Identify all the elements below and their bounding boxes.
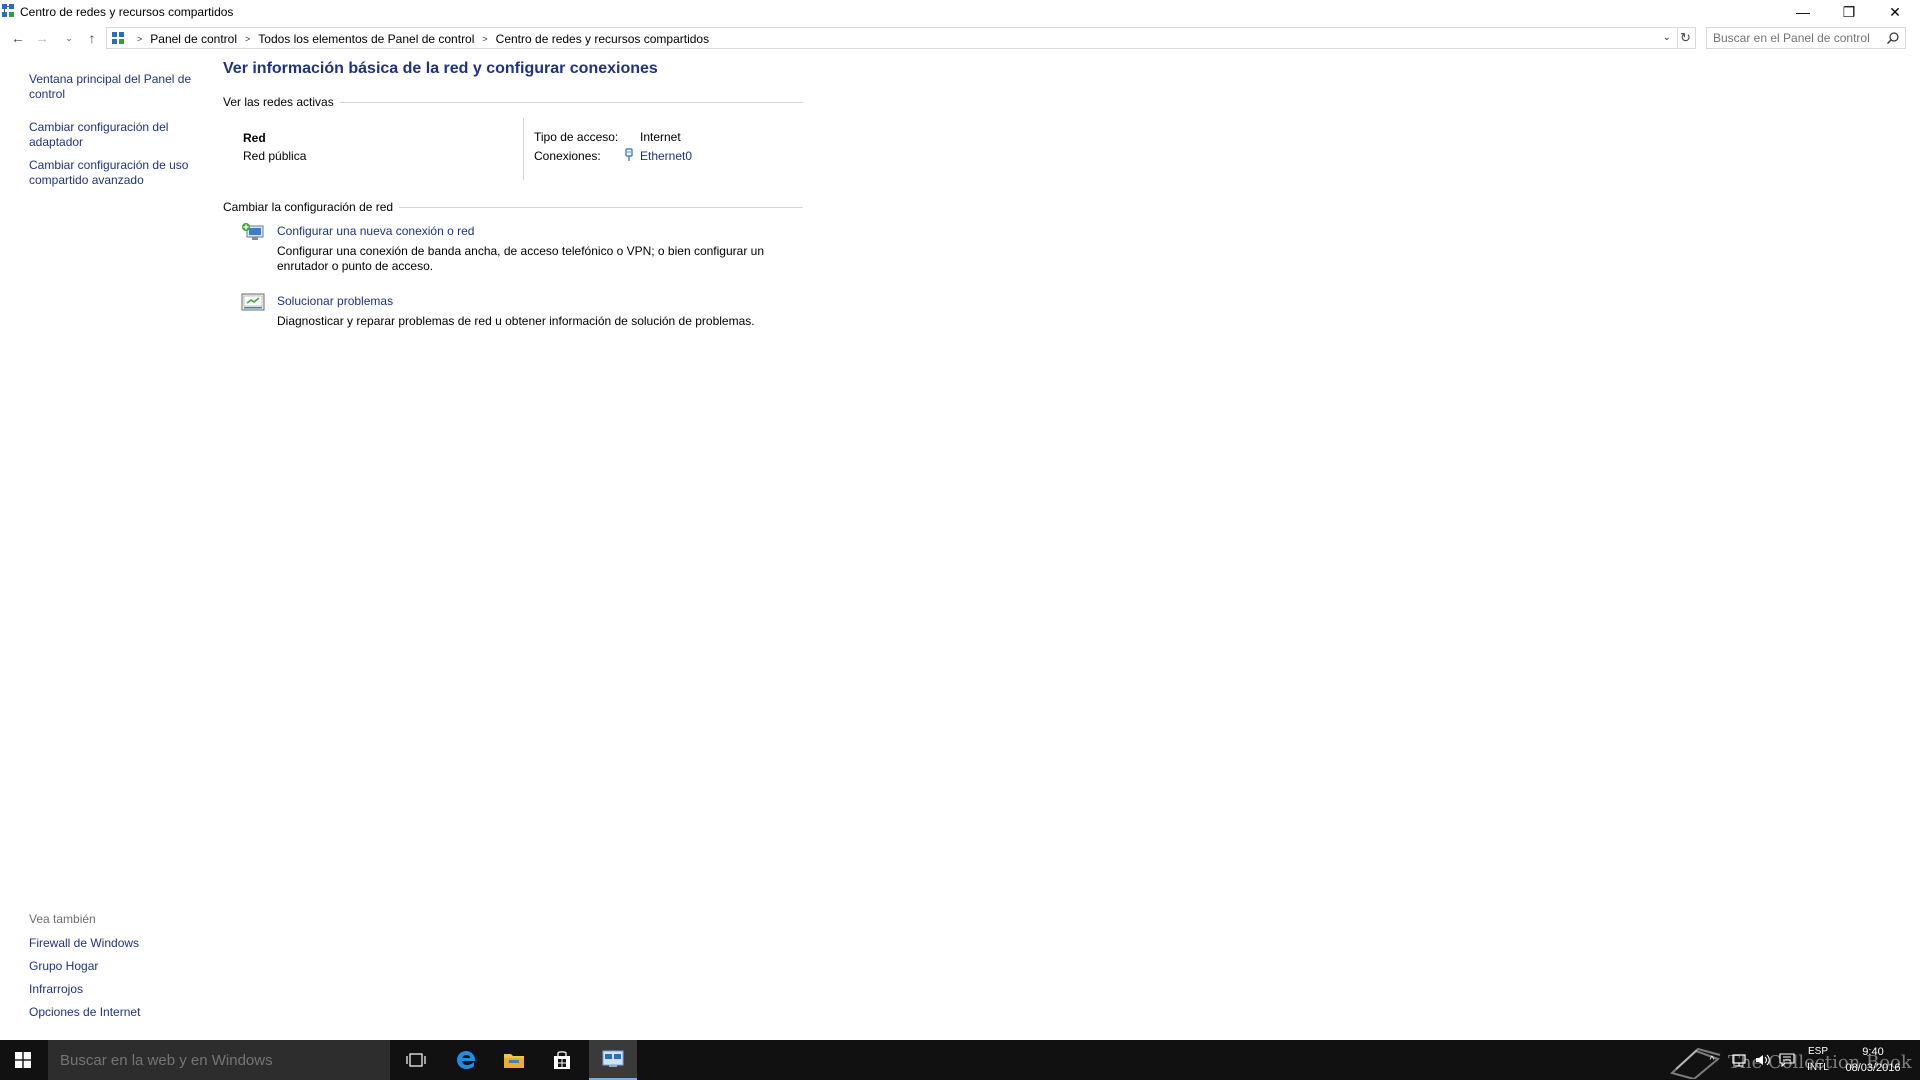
notifications-icon xyxy=(1779,1053,1795,1067)
ethernet-connection-link[interactable]: Ethernet0 xyxy=(640,149,692,163)
access-type-label: Tipo de acceso: xyxy=(534,130,619,144)
network-name: Red xyxy=(243,131,266,145)
file-explorer-button[interactable] xyxy=(490,1040,538,1080)
refresh-button[interactable]: ↻ xyxy=(1676,27,1696,49)
windows-logo-icon xyxy=(15,1052,31,1068)
access-type-value: Internet xyxy=(640,130,681,144)
breadcrumb-separator[interactable]: > xyxy=(482,34,487,44)
forward-button[interactable]: → xyxy=(33,29,51,47)
change-settings-section: Cambiar la configuración de red xyxy=(223,200,803,214)
breadcrumb-centro-de-redes[interactable]: Centro de redes y recursos compartidos xyxy=(496,32,709,46)
input-language-indicator[interactable]: ESP INTL xyxy=(1800,1044,1836,1076)
control-panel-icon xyxy=(112,32,124,44)
breadcrumb-separator: > xyxy=(137,34,143,44)
ethernet-icon xyxy=(625,148,633,161)
volume-tray-button[interactable] xyxy=(1752,1040,1774,1080)
window-title: Centro de redes y recursos compartidos xyxy=(20,5,234,19)
search-icon[interactable] xyxy=(1886,31,1900,45)
network-center-icon xyxy=(2,4,14,17)
close-button[interactable]: ✕ xyxy=(1872,0,1918,24)
taskbar-search-box[interactable] xyxy=(48,1040,390,1080)
address-bar[interactable]: > Panel de control > Todos los elementos… xyxy=(106,27,1678,49)
up-button[interactable]: ↑ xyxy=(83,29,101,47)
taskbar-search-input[interactable] xyxy=(60,1051,380,1069)
see-also-internet-options[interactable]: Opciones de Internet xyxy=(29,1005,199,1019)
clock[interactable]: 9:40 08/03/2016 xyxy=(1838,1044,1908,1076)
new-connection-icon[interactable] xyxy=(241,221,265,243)
sidebar-link-advanced-sharing[interactable]: Cambiar configuración de uso compartido … xyxy=(29,158,197,188)
network-tray-button[interactable] xyxy=(1728,1040,1750,1080)
sidebar-link-control-panel-home[interactable]: Ventana principal del Panel de control xyxy=(29,72,197,102)
network-type: Red pública xyxy=(243,149,307,163)
troubleshoot-link[interactable]: Solucionar problemas xyxy=(277,294,393,308)
clock-time: 9:40 xyxy=(1862,1046,1884,1058)
see-also-header: Vea también xyxy=(29,912,96,926)
language-code: ESP xyxy=(1807,1046,1828,1057)
keyboard-layout: INTL xyxy=(1807,1062,1829,1073)
see-also-homegroup[interactable]: Grupo Hogar xyxy=(29,959,199,973)
change-settings-label: Cambiar la configuración de red xyxy=(223,200,400,214)
folder-icon xyxy=(504,1054,524,1068)
action-center-button[interactable] xyxy=(1776,1040,1798,1080)
title-bar: Centro de redes y recursos compartidos —… xyxy=(0,0,1920,24)
see-also-firewall[interactable]: Firewall de Windows xyxy=(29,936,199,950)
clock-date: 08/03/2016 xyxy=(1845,1062,1901,1074)
breadcrumb-separator[interactable]: > xyxy=(245,34,250,44)
active-networks-label: Ver las redes activas xyxy=(223,95,340,109)
new-connection-link[interactable]: Configurar una nueva conexión o red xyxy=(277,224,474,238)
store-button[interactable] xyxy=(538,1040,586,1080)
edge-icon xyxy=(457,1051,476,1069)
network-tray-icon xyxy=(1732,1054,1746,1067)
recent-locations-button[interactable]: ⌄ xyxy=(63,29,75,47)
task-view-icon xyxy=(406,1053,426,1067)
sidebar-link-adapter-settings[interactable]: Cambiar configuración del adaptador xyxy=(29,120,197,150)
page-title: Ver información básica de la red y confi… xyxy=(223,60,658,77)
minimize-button[interactable]: — xyxy=(1780,0,1826,24)
show-hidden-icons-button[interactable]: ^ xyxy=(1704,1040,1720,1080)
breadcrumb-todos-los-elementos[interactable]: Todos los elementos de Panel de control xyxy=(258,32,474,46)
search-box[interactable] xyxy=(1706,27,1906,49)
taskbar: The Collection Book ^ ESP INTL 9:40 08/0… xyxy=(0,1040,1920,1080)
navigation-bar: ← → ⌄ ↑ > Panel de control > Todos los e… xyxy=(0,26,1920,52)
chevron-up-icon: ^ xyxy=(1709,1054,1715,1066)
troubleshoot-icon[interactable] xyxy=(241,292,265,314)
connections-label: Conexiones: xyxy=(534,149,601,163)
sidebar: Ventana principal del Panel de control C… xyxy=(29,72,197,206)
control-panel-taskbar-button[interactable] xyxy=(589,1040,637,1080)
see-also-section: Vea también Firewall de Windows Grupo Ho… xyxy=(29,912,199,1028)
volume-icon xyxy=(1756,1054,1770,1066)
restore-button[interactable]: ❐ xyxy=(1826,0,1872,24)
task-view-button[interactable] xyxy=(392,1040,440,1080)
troubleshoot-description: Diagnosticar y reparar problemas de red … xyxy=(277,314,755,328)
store-icon xyxy=(554,1051,570,1069)
edge-browser-button[interactable] xyxy=(442,1040,490,1080)
new-connection-description: Configurar una conexión de banda ancha, … xyxy=(277,244,764,273)
network-center-taskbar-icon xyxy=(602,1050,624,1067)
breadcrumb-panel-de-control[interactable]: Panel de control xyxy=(150,32,237,46)
address-dropdown-icon[interactable]: ⌄ xyxy=(1663,32,1671,43)
search-input[interactable] xyxy=(1713,30,1873,46)
breadcrumb: > Panel de control > Todos los elementos… xyxy=(129,32,709,46)
see-also-infrared[interactable]: Infrarrojos xyxy=(29,982,199,996)
vertical-divider xyxy=(523,118,524,180)
back-button[interactable]: ← xyxy=(9,29,27,47)
active-networks-section: Ver las redes activas xyxy=(223,95,803,109)
start-button[interactable] xyxy=(0,1040,46,1080)
